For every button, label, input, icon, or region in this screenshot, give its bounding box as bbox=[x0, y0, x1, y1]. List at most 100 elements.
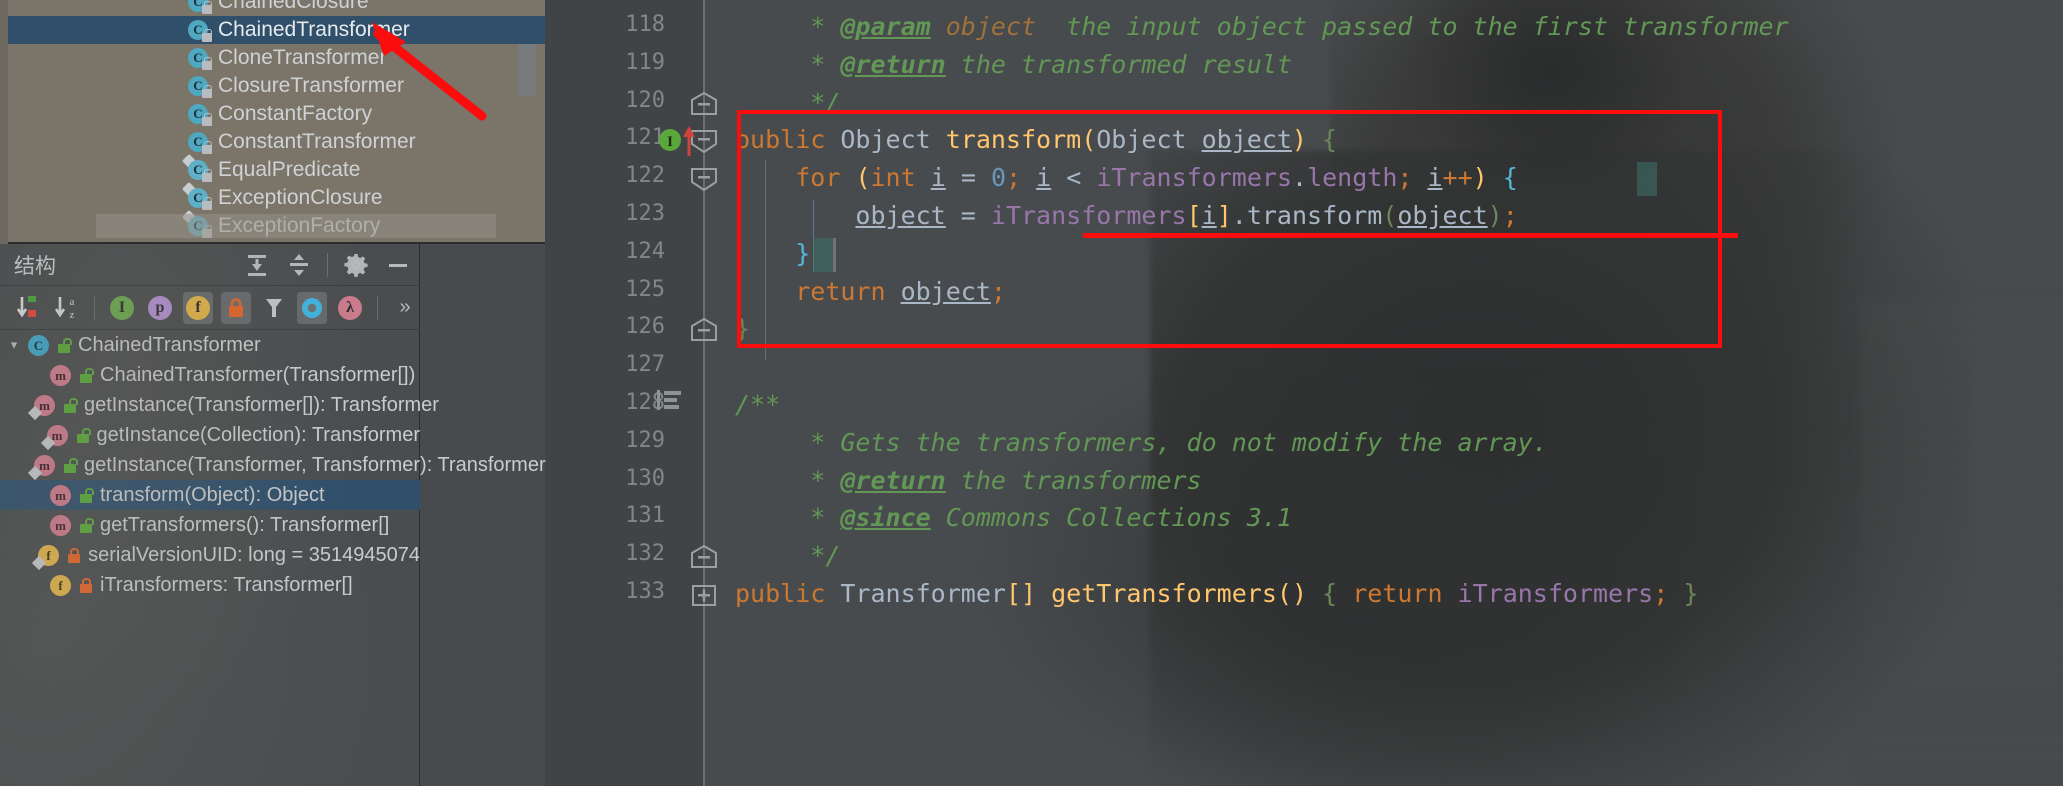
code-line[interactable]: */ bbox=[735, 541, 840, 570]
structure-title: 结构 bbox=[14, 254, 56, 278]
code-token: * Gets the transformers, do not modify t… bbox=[795, 427, 1548, 457]
minimize-icon[interactable] bbox=[384, 251, 412, 279]
fields-icon: f bbox=[186, 295, 210, 320]
structure-tree-item-label: ChainedTransformer bbox=[78, 333, 261, 356]
annotation-red-arrow bbox=[372, 22, 487, 121]
show-fields-button[interactable]: f bbox=[183, 291, 214, 324]
line-number: 120 bbox=[625, 87, 665, 113]
interfaces-icon bbox=[302, 297, 323, 318]
code-line[interactable]: * @since Commons Collections 3.1 bbox=[735, 503, 1292, 532]
code-token: ; bbox=[1653, 579, 1669, 608]
structure-tree-item[interactable]: m getInstance(Transformer, Transformer): … bbox=[0, 450, 546, 480]
sort-alpha-icon: a z bbox=[54, 296, 75, 321]
code-line[interactable]: * @return the transformers bbox=[735, 465, 1202, 495]
line-number: 127 bbox=[625, 352, 665, 378]
sort-by-visibility-button[interactable] bbox=[14, 292, 44, 324]
method-icon: m bbox=[46, 424, 69, 446]
code-token: * bbox=[795, 12, 841, 41]
structure-toolbar[interactable]: a z Ipf λ » bbox=[0, 286, 420, 330]
structure-tree-item[interactable]: m getInstance(Transformer[]): Transformer bbox=[0, 390, 439, 420]
collapse-all-icon[interactable] bbox=[285, 251, 313, 279]
sort-alphabetically-button[interactable]: a z bbox=[52, 292, 82, 324]
line-number: 133 bbox=[625, 579, 665, 604]
line-number: 132 bbox=[625, 541, 665, 567]
code-token: @since bbox=[840, 503, 931, 533]
structure-tree-item-label: transform(Object): Object bbox=[100, 483, 325, 506]
code-line[interactable]: * @return the transformed result bbox=[735, 50, 1292, 79]
non-public-lock-icon bbox=[229, 297, 244, 317]
fold-marker[interactable] bbox=[689, 544, 719, 570]
fold-marker[interactable] bbox=[689, 91, 719, 117]
implementing-method-marker[interactable]: I bbox=[658, 120, 708, 160]
public-unlock-icon bbox=[78, 366, 94, 384]
structure-tree-item[interactable]: m getInstance(Collection): Transformer bbox=[0, 420, 420, 450]
code-token: Commons Collections 3.1 bbox=[930, 503, 1292, 533]
structure-tree-item-label: getInstance(Transformer[]): Transformer bbox=[84, 393, 439, 416]
popup-list-item[interactable]: C EqualPredicate bbox=[8, 156, 545, 184]
fold-marker[interactable] bbox=[689, 317, 719, 343]
popup-scrollbar-track[interactable] bbox=[518, 0, 536, 242]
show-non-public-button[interactable] bbox=[221, 291, 252, 324]
code-token: the transformers bbox=[945, 465, 1202, 495]
svg-text:I: I bbox=[667, 134, 673, 150]
structure-tree-item[interactable]: m getTransformers(): Transformer[] bbox=[0, 510, 420, 540]
show-interfaces-button[interactable] bbox=[297, 291, 328, 324]
code-token: { bbox=[1322, 579, 1353, 608]
code-token: } bbox=[1668, 579, 1699, 608]
structure-tree-item-label: ChainedTransformer(Transformer[]) bbox=[100, 363, 416, 386]
show-inherited-button[interactable]: I bbox=[107, 292, 137, 324]
line-number: 130 bbox=[625, 465, 665, 491]
code-token: [] bbox=[1005, 579, 1037, 608]
code-token: object bbox=[945, 12, 1037, 41]
structure-tool-window[interactable]: 结构 a z I p f λ » ▾ C ChainedTransformer … bbox=[0, 244, 546, 786]
code-line[interactable]: public Transformer[] getTransformers() {… bbox=[735, 579, 1698, 608]
gear-icon[interactable] bbox=[342, 251, 370, 279]
public-unlock-icon bbox=[75, 426, 91, 444]
code-line[interactable]: * Gets the transformers, do not modify t… bbox=[735, 428, 1548, 457]
code-token: Transformer bbox=[840, 579, 1006, 608]
structure-tree-item[interactable]: m transform(Object): Object bbox=[0, 480, 420, 510]
popup-list-item[interactable]: C ExceptionClosure bbox=[8, 184, 545, 212]
code-line[interactable]: /** bbox=[735, 390, 780, 419]
class-icon: C bbox=[188, 19, 212, 42]
popup-list-item-label: ChainedClosure bbox=[218, 0, 369, 13]
code-token: * bbox=[795, 465, 841, 495]
show-properties-button[interactable]: p bbox=[145, 292, 175, 324]
structure-tree-item[interactable]: f iTransformers: Transformer[] bbox=[0, 570, 420, 600]
private-lock-icon bbox=[66, 546, 82, 564]
fold-marker[interactable] bbox=[689, 166, 719, 192]
popup-list-item[interactable]: C ConstantTransformer bbox=[8, 128, 545, 156]
show-lambdas-button[interactable]: λ bbox=[335, 292, 365, 324]
lambda-icon: λ bbox=[338, 295, 363, 320]
javadoc-gutter-icon[interactable] bbox=[655, 388, 681, 412]
svg-text:a: a bbox=[70, 296, 75, 308]
chevron-down-icon[interactable]: ▾ bbox=[6, 337, 22, 353]
fold-rail bbox=[703, 0, 705, 786]
fold-marker[interactable] bbox=[689, 582, 719, 608]
toolbar-separator bbox=[94, 295, 95, 320]
class-icon: C bbox=[28, 334, 50, 356]
popup-list-item-label: EqualPredicate bbox=[218, 158, 361, 181]
structure-tree-item[interactable]: f serialVersionUID: long = 3514945074 bbox=[0, 540, 420, 570]
class-icon: C bbox=[188, 47, 212, 70]
popup-scrollbar-thumb[interactable] bbox=[518, 44, 536, 96]
public-unlock-icon bbox=[78, 516, 94, 534]
structure-tree-item[interactable]: m ChainedTransformer(Transformer[]) bbox=[0, 360, 420, 390]
line-number: 118 bbox=[625, 12, 665, 37]
popup-list-item-label: ConstantTransformer bbox=[218, 130, 416, 153]
code-token: * bbox=[795, 49, 841, 79]
structure-tree[interactable]: ▾ C ChainedTransformer m ChainedTransformer(… bbox=[0, 330, 546, 786]
show-anonymous-classes-button[interactable] bbox=[259, 292, 289, 324]
line-number: 119 bbox=[625, 49, 665, 75]
line-number: 124 bbox=[625, 238, 665, 264]
structure-tree-item-label: serialVersionUID: long = 3514945074 bbox=[88, 543, 420, 566]
code-line[interactable]: * @param object the input object passed … bbox=[735, 12, 1788, 41]
popup-search-field[interactable] bbox=[96, 214, 496, 238]
expand-all-icon[interactable] bbox=[243, 251, 271, 279]
class-icon: C bbox=[188, 187, 212, 210]
class-icon: C bbox=[188, 0, 212, 14]
more-options-button[interactable]: » bbox=[390, 292, 420, 324]
structure-tree-item[interactable]: ▾ C ChainedTransformer bbox=[0, 330, 420, 360]
